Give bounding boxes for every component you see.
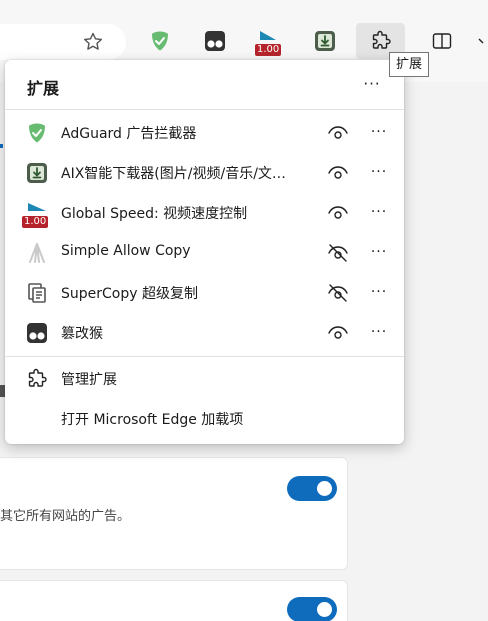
extension-name: AdGuard 广告拦截器: [61, 126, 197, 142]
extension-row-tampermonkey[interactable]: 篡改猴 ···: [5, 312, 404, 352]
extension-name: 篡改猴: [61, 326, 103, 342]
extension-row-supercopy[interactable]: SuperCopy 超级复制 ···: [5, 272, 404, 312]
extension-more-button[interactable]: ···: [367, 118, 391, 146]
open-edge-addons-link[interactable]: 打开 Microsoft Edge 加载项: [5, 398, 404, 438]
split-screen-icon: [432, 33, 452, 49]
eye-icon[interactable]: [327, 123, 349, 143]
manage-extensions-link[interactable]: 管理扩展: [5, 358, 404, 398]
adguard-shield-icon: [29, 123, 45, 143]
supercopy-icon: [28, 283, 46, 303]
extension-name: Simple Allow Copy: [61, 243, 191, 259]
setting-description: 其它所有网站的广告。: [0, 509, 131, 524]
setting-toggle[interactable]: [287, 597, 337, 621]
favorite-star-icon[interactable]: [81, 30, 105, 54]
setting-toggle[interactable]: [287, 476, 337, 501]
tampermonkey-icon: [205, 31, 225, 51]
settings-card: [0, 580, 348, 621]
extension-more-button[interactable]: ···: [367, 238, 391, 266]
puzzle-icon: [28, 368, 47, 387]
simple-allow-copy-icon: [29, 243, 45, 263]
tampermonkey-icon: [27, 323, 47, 343]
extension-more-button[interactable]: ···: [367, 158, 391, 186]
adguard-toolbar-button[interactable]: [142, 24, 178, 58]
global-speed-toolbar-button[interactable]: 1.00: [250, 24, 286, 58]
aix-downloader-toolbar-button[interactable]: [307, 24, 343, 58]
address-bar[interactable]: [0, 24, 126, 60]
open-edge-addons-label: 打开 Microsoft Edge 加载项: [61, 412, 244, 428]
aix-download-icon: [315, 31, 335, 51]
extension-name: AIX智能下载器(图片/视频/音乐/文…: [61, 166, 286, 182]
tampermonkey-toolbar-button[interactable]: [197, 24, 233, 58]
extension-name: SuperCopy 超级复制: [61, 286, 198, 302]
manage-extensions-label: 管理扩展: [61, 372, 117, 388]
extension-row-global-speed[interactable]: 1.00 Global Speed: 视频速度控制 ···: [5, 192, 404, 232]
split-screen-button[interactable]: [424, 24, 460, 58]
extensions-tooltip: 扩展: [389, 52, 430, 77]
speed-badge: 1.00: [22, 216, 49, 228]
chevron-down-icon[interactable]: [476, 24, 488, 58]
puzzle-icon: [372, 30, 391, 49]
speed-badge: 1.00: [255, 44, 282, 56]
eye-icon[interactable]: [327, 163, 349, 183]
eye-hidden-icon[interactable]: [327, 283, 349, 303]
extension-more-button[interactable]: ···: [367, 318, 391, 346]
panel-more-button[interactable]: ···: [358, 73, 386, 95]
extension-more-button[interactable]: ···: [367, 278, 391, 306]
extension-row-aix[interactable]: AIX智能下载器(图片/视频/音乐/文… ···: [5, 152, 404, 192]
divider: [5, 109, 404, 110]
adguard-shield-icon: [152, 31, 168, 51]
page-fragment: [0, 144, 3, 148]
extension-row-adguard[interactable]: AdGuard 广告拦截器 ···: [5, 112, 404, 152]
eye-hidden-icon[interactable]: [327, 243, 349, 263]
panel-title: 扩展: [27, 79, 60, 98]
extensions-panel: 扩展 ··· AdGuard 广告拦截器 ··· AIX智能下载器(图片/视频/…: [5, 60, 404, 444]
eye-icon[interactable]: [327, 203, 349, 223]
more-options-icon: ···: [363, 75, 381, 93]
extension-name: Global Speed: 视频速度控制: [61, 206, 248, 222]
aix-download-icon: [27, 163, 47, 183]
extension-row-simple-allow-copy[interactable]: Simple Allow Copy ···: [5, 232, 404, 272]
divider: [5, 356, 404, 357]
extension-more-button[interactable]: ···: [367, 198, 391, 226]
eye-icon[interactable]: [327, 323, 349, 343]
